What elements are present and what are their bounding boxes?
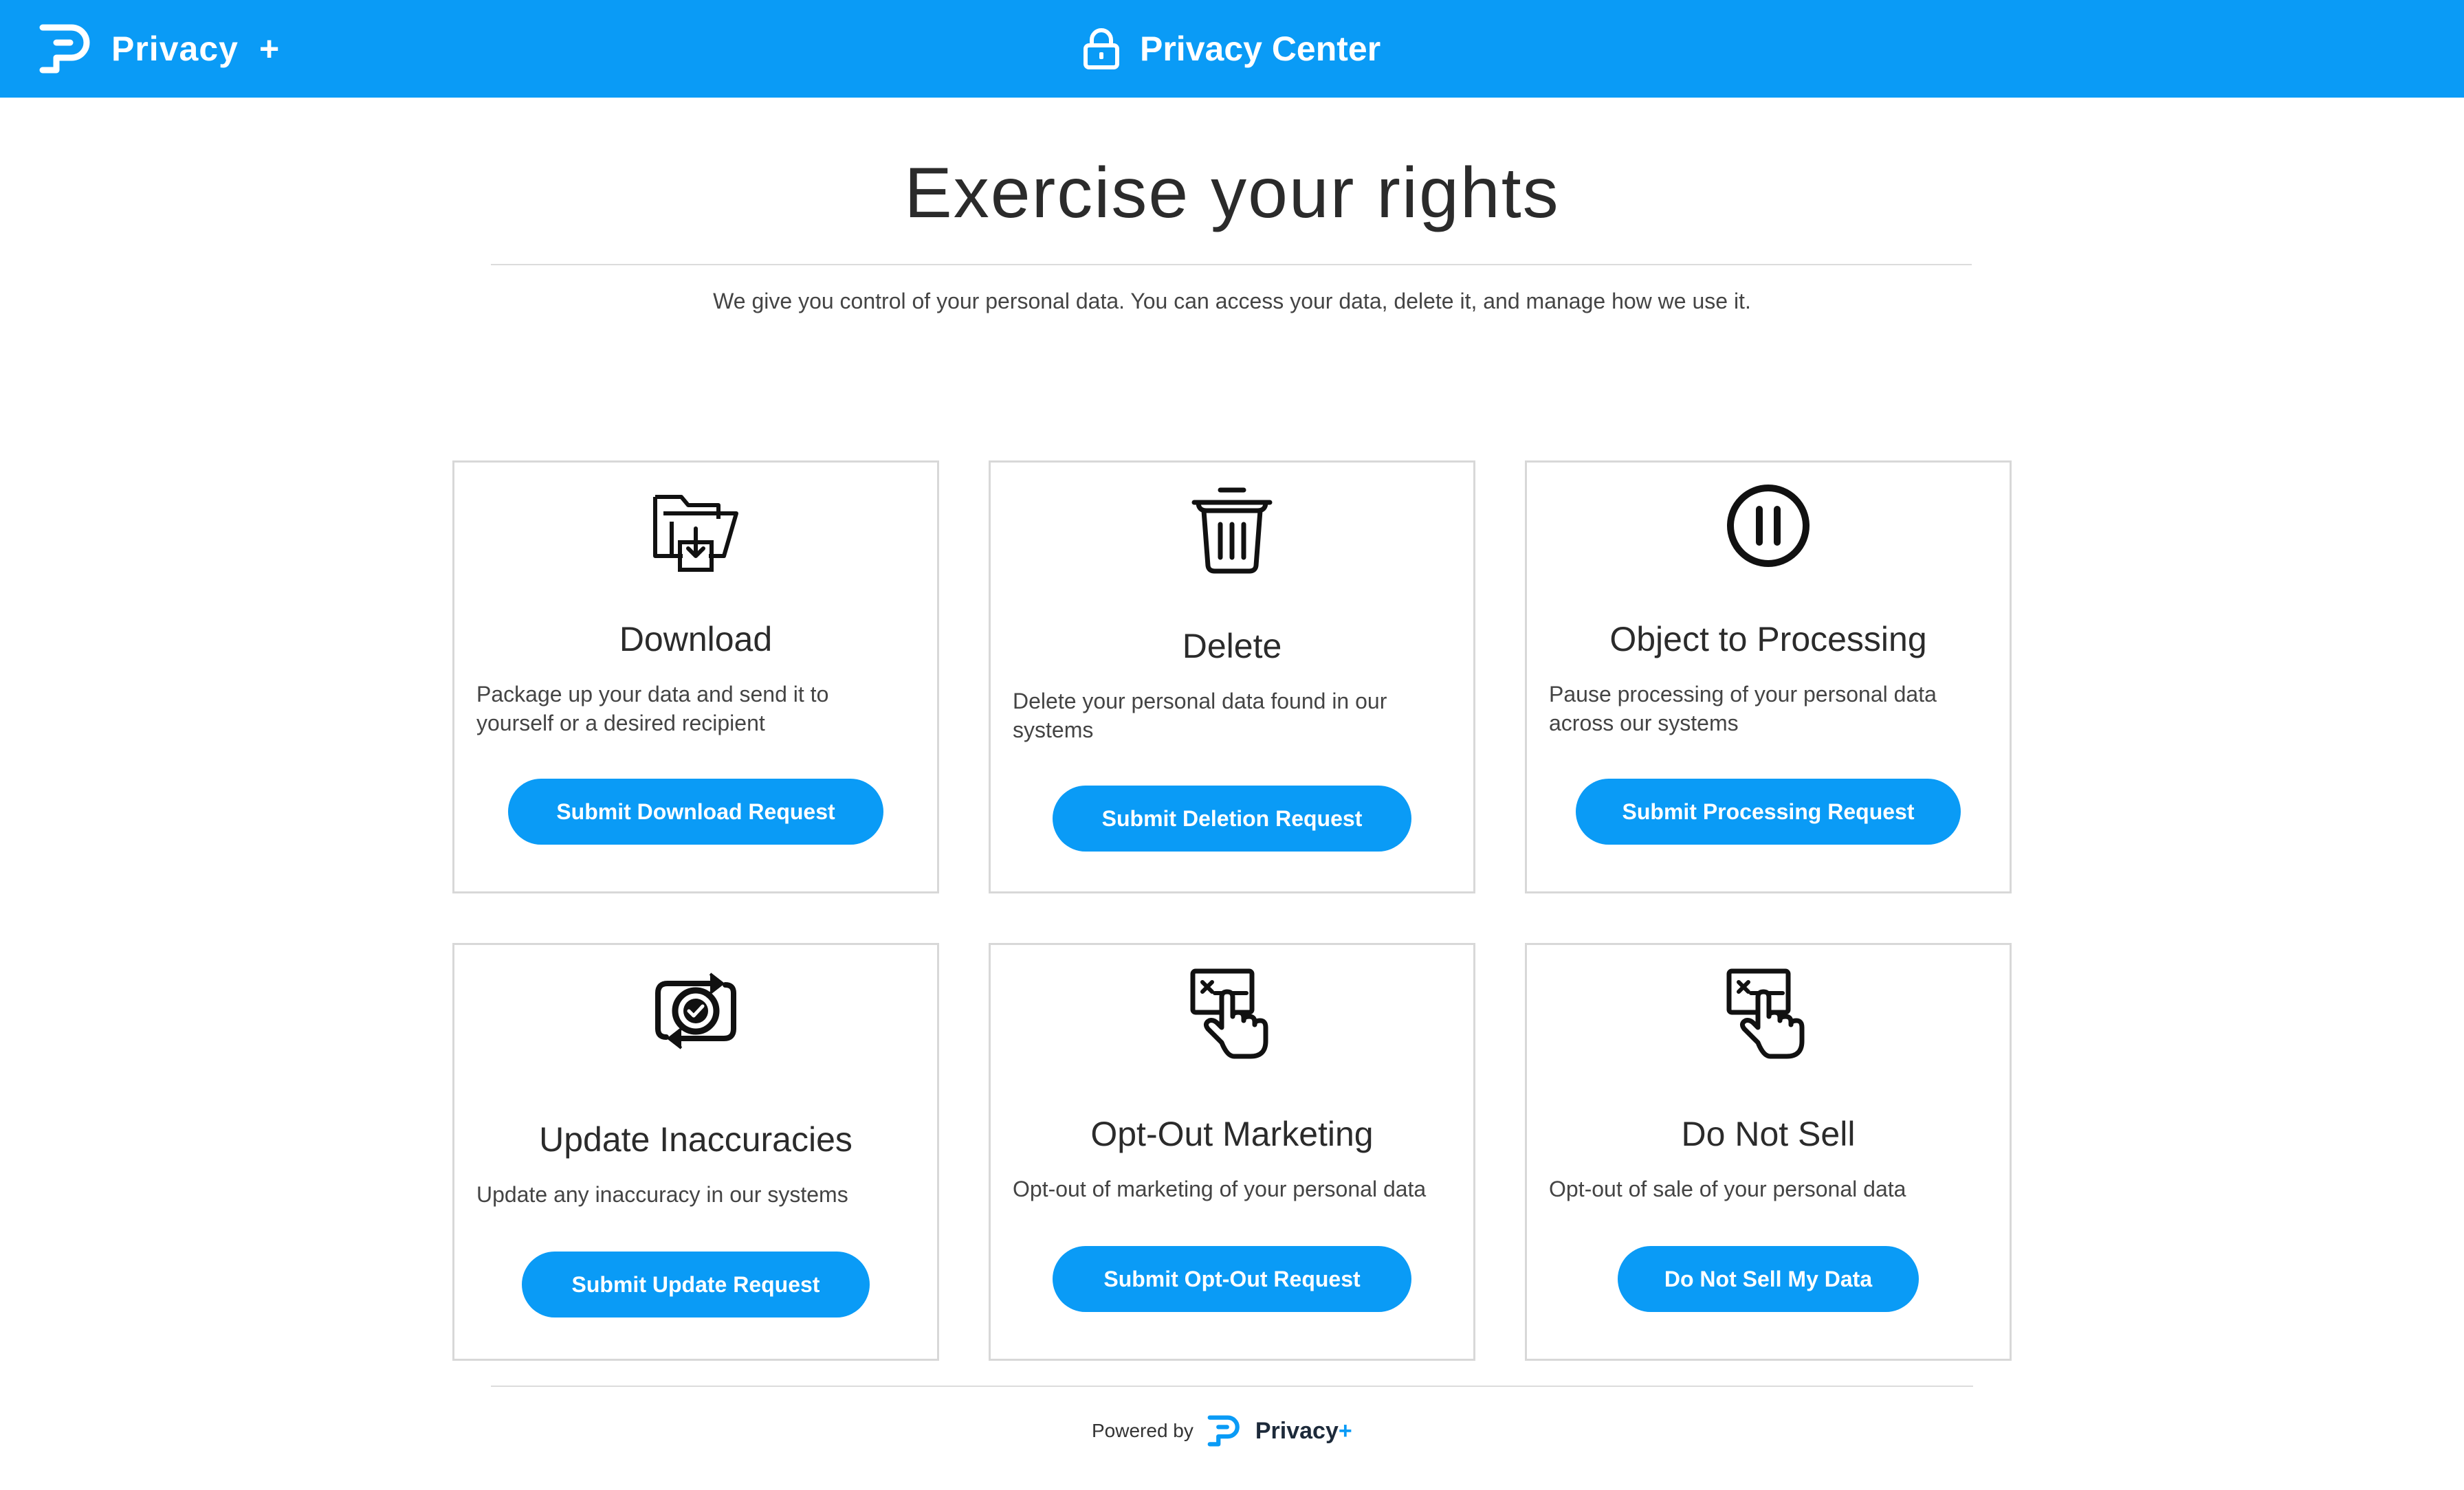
tap-close-icon (1726, 968, 1805, 1059)
card-description: Opt-out of sale of your personal data (1549, 1177, 1906, 1201)
privacy-logo-icon (1207, 1415, 1240, 1447)
tap-close-icon (1190, 968, 1268, 1059)
privacy-logo-icon (39, 24, 90, 74)
card-do-not-sell: Do Not Sell Opt-out of sale of your pers… (1525, 943, 2012, 1361)
footer: Powered by Privacy+ (1092, 1409, 1352, 1453)
lock-icon (1084, 28, 1119, 69)
footer-brand-name: Privacy (1255, 1417, 1339, 1444)
card-description: Package up your data and send it to your… (476, 682, 829, 735)
header-center: Privacy Center (1082, 23, 1380, 74)
card-title: Opt-Out Marketing (1090, 1115, 1374, 1153)
trash-icon (1191, 487, 1273, 574)
card-description: Update any inaccuracy in our systems (476, 1182, 848, 1207)
card-download: Download Package up your data and send i… (452, 460, 939, 893)
submit-update-request-button[interactable]: Submit Update Request (522, 1252, 870, 1317)
page-subtitle: We give you control of your personal dat… (713, 289, 1751, 313)
card-title: Delete (1182, 627, 1282, 665)
card-description: Pause processing of your personal data a… (1549, 682, 1937, 735)
footer-brand-link[interactable]: Privacy+ (1255, 1418, 1352, 1445)
brand-plus: + (258, 30, 280, 68)
card-title: Download (619, 620, 773, 658)
card-title: Do Not Sell (1681, 1115, 1856, 1153)
header-title: Privacy Center (1140, 30, 1381, 68)
pause-icon (1727, 485, 1810, 567)
card-update-inaccuracies: Update Inaccuracies Update any inaccurac… (452, 943, 939, 1361)
card-opt-out-marketing: Opt-Out Marketing Opt-out of marketing o… (989, 943, 1475, 1361)
do-not-sell-my-data-button[interactable]: Do Not Sell My Data (1618, 1246, 1919, 1312)
footer-brand-plus: + (1338, 1417, 1352, 1444)
submit-processing-request-button[interactable]: Submit Processing Request (1576, 779, 1961, 845)
card-description: Opt-out of marketing of your personal da… (1013, 1177, 1427, 1201)
submit-deletion-request-button[interactable]: Submit Deletion Request (1053, 786, 1411, 852)
privacy-center-page: Privacy + Privacy Center Exercise your ri… (0, 0, 2464, 1490)
page-title: Exercise your rights (904, 153, 1560, 233)
title-divider (491, 264, 1972, 265)
card-object-to-processing: Object to Processing Pause processing of… (1525, 460, 2012, 893)
top-bar: Privacy + Privacy Center (0, 0, 2464, 98)
powered-by-text: Powered by (1092, 1420, 1194, 1441)
brand-logo-link[interactable]: Privacy + (38, 22, 279, 76)
submit-opt-out-request-button[interactable]: Submit Opt-Out Request (1053, 1246, 1411, 1312)
brand-name: Privacy (111, 30, 239, 68)
card-description: Delete your personal data found in our s… (1013, 689, 1387, 742)
submit-download-request-button[interactable]: Submit Download Request (508, 779, 883, 845)
card-delete: Delete Delete your personal data found i… (989, 460, 1475, 893)
card-title: Object to Processing (1609, 620, 1927, 658)
refresh-check-icon (655, 972, 736, 1049)
folder-download-icon (653, 495, 738, 572)
footer-divider (491, 1386, 1973, 1387)
card-title: Update Inaccuracies (539, 1120, 852, 1159)
